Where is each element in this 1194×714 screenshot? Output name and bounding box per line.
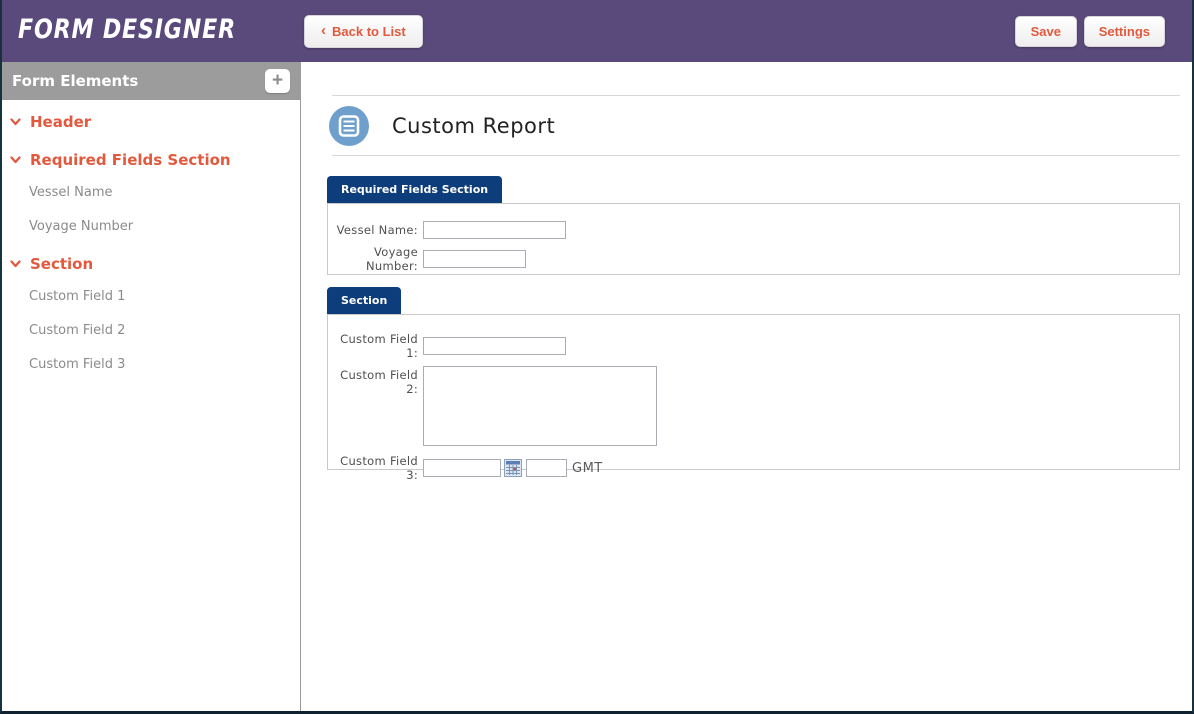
chevron-down-icon: [10, 156, 21, 164]
add-element-button[interactable]: +: [265, 69, 290, 93]
voyage-number-label: Voyage Number:: [328, 245, 423, 273]
back-chevron-icon: ‹: [321, 23, 326, 38]
tab-section: Section: [327, 287, 401, 314]
custom-field-3-date-input[interactable]: [423, 459, 501, 477]
vessel-name-input[interactable]: [423, 221, 566, 239]
tree-item-vessel-name[interactable]: Vessel Name: [2, 184, 300, 200]
app-title: FORM DESIGNER: [18, 14, 236, 45]
custom-field-3-row: Custom Field 3:: [328, 454, 1179, 482]
voyage-number-input[interactable]: [423, 250, 526, 268]
form-designer-window: FORM DESIGNER ‹ Back to List Save Settin…: [0, 0, 1194, 714]
calendar-picker-button[interactable]: [504, 459, 522, 477]
custom-field-1-row: Custom Field 1:: [328, 332, 1179, 360]
tree-item-custom-field-2[interactable]: Custom Field 2: [2, 322, 300, 338]
form-elements-tree: Header Required Fields Section Vessel Na…: [2, 100, 300, 372]
chevron-down-icon: [10, 260, 21, 268]
custom-field-2-label: Custom Field 2:: [328, 366, 423, 396]
custom-field-3-time-input[interactable]: [526, 459, 567, 477]
tree-item-header[interactable]: Header: [2, 112, 300, 132]
custom-field-3-label: Custom Field 3:: [328, 454, 423, 482]
report-title: Custom Report: [392, 114, 555, 138]
tree-item-custom-field-1[interactable]: Custom Field 1: [2, 288, 300, 304]
sidebar-header: Form Elements +: [2, 62, 300, 100]
back-to-list-button[interactable]: ‹ Back to List: [304, 15, 423, 48]
tree-item-required-fields-section[interactable]: Required Fields Section: [2, 150, 300, 170]
vessel-name-label: Vessel Name:: [328, 223, 423, 237]
top-bar: FORM DESIGNER ‹ Back to List Save Settin…: [2, 0, 1192, 62]
custom-field-2-textarea[interactable]: [423, 366, 657, 446]
tree-item-label: Header: [30, 113, 91, 131]
voyage-number-row: Voyage Number:: [328, 245, 1179, 273]
sidebar-title: Form Elements: [12, 72, 138, 90]
tab-required-fields-section: Required Fields Section: [327, 176, 502, 203]
divider: [332, 155, 1180, 156]
report-document-icon: [329, 106, 369, 146]
save-button[interactable]: Save: [1015, 16, 1077, 47]
tree-item-label: Section: [30, 255, 93, 273]
tree-item-custom-field-3[interactable]: Custom Field 3: [2, 356, 300, 372]
tree-item-section[interactable]: Section: [2, 254, 300, 274]
vessel-name-row: Vessel Name:: [328, 221, 1179, 239]
custom-field-1-label: Custom Field 1:: [328, 332, 423, 360]
chevron-down-icon: [10, 118, 21, 126]
settings-button[interactable]: Settings: [1084, 16, 1165, 47]
form-elements-sidebar: Form Elements + Header Required Fields S…: [2, 62, 301, 711]
custom-field-1-input[interactable]: [423, 337, 566, 355]
tree-item-label: Required Fields Section: [30, 151, 231, 169]
report-header: Custom Report: [329, 106, 555, 146]
required-fields-panel: Vessel Name: Voyage Number:: [327, 203, 1180, 275]
back-to-list-label: Back to List: [332, 24, 406, 39]
divider: [332, 95, 1180, 96]
section-panel: Custom Field 1: Custom Field 2: Custom F…: [327, 314, 1180, 470]
form-preview-area: Custom Report Required Fields Section Ve…: [302, 62, 1192, 711]
timezone-label: GMT: [572, 461, 603, 476]
custom-field-2-row: Custom Field 2:: [328, 366, 1179, 446]
tree-item-voyage-number[interactable]: Voyage Number: [2, 218, 300, 234]
